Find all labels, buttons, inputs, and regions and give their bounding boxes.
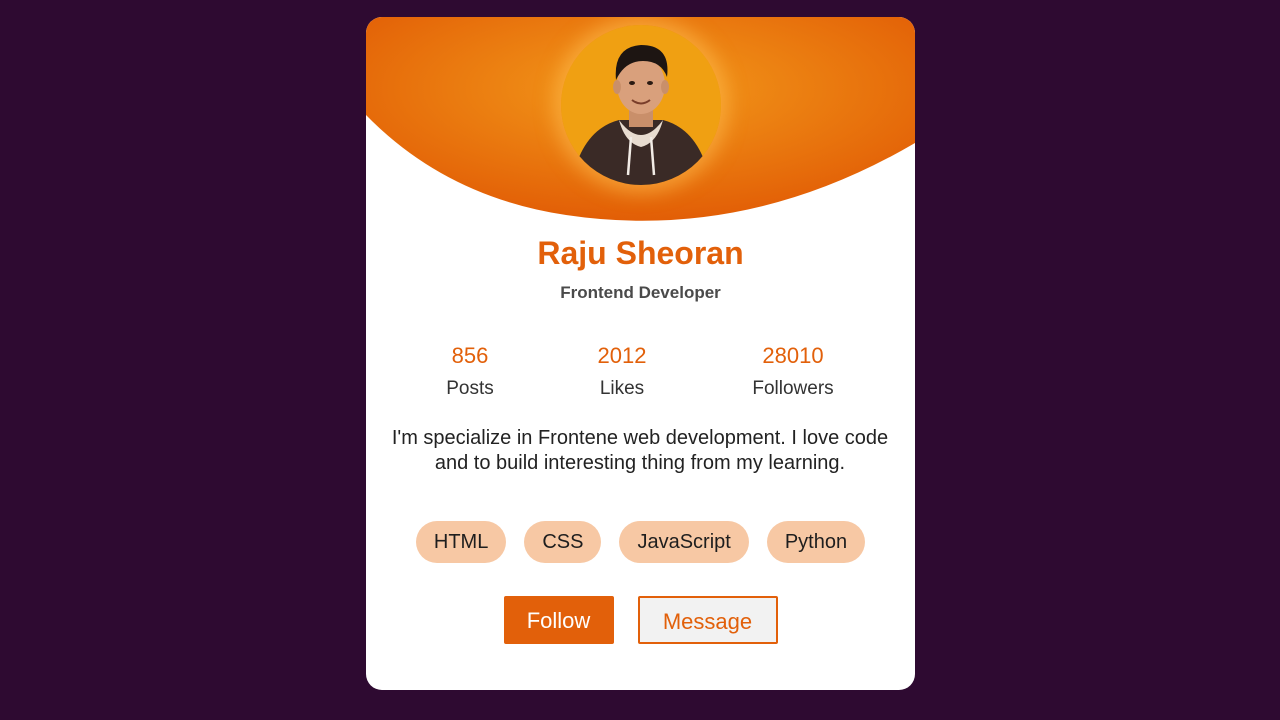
user-photo-icon [561,25,721,185]
stat-label: Followers [752,378,834,399]
skills-list: HTML CSS JavaScript Python [366,521,915,563]
stat-value: 28010 [762,343,824,368]
profile-bio: I'm specialize in Frontene web developme… [391,427,889,474]
stat-likes: 2012 Likes [598,343,647,400]
stat-label: Likes [599,378,645,399]
profile-role: Frontend Developer [560,283,721,302]
skill-tag-css[interactable]: CSS [524,521,602,563]
avatar [561,25,721,185]
skill-tag-python[interactable]: Python [766,521,866,563]
message-button[interactable]: Message [637,596,778,644]
stat-followers: 28010 Followers [752,343,833,400]
skill-tag-html[interactable]: HTML [415,521,507,563]
skill-tag-javascript[interactable]: JavaScript [619,521,749,563]
follow-button[interactable]: Follow [503,596,614,644]
stat-label: Posts [446,378,494,399]
action-buttons: Follow Message [366,596,915,644]
stat-posts: 856 Posts [446,343,494,400]
profile-card: Raju Sheoran Frontend Developer 856 Post… [366,17,915,690]
profile-name: Raju Sheoran [537,235,744,271]
stat-value: 2012 [597,343,647,368]
stat-value: 856 [451,343,489,368]
